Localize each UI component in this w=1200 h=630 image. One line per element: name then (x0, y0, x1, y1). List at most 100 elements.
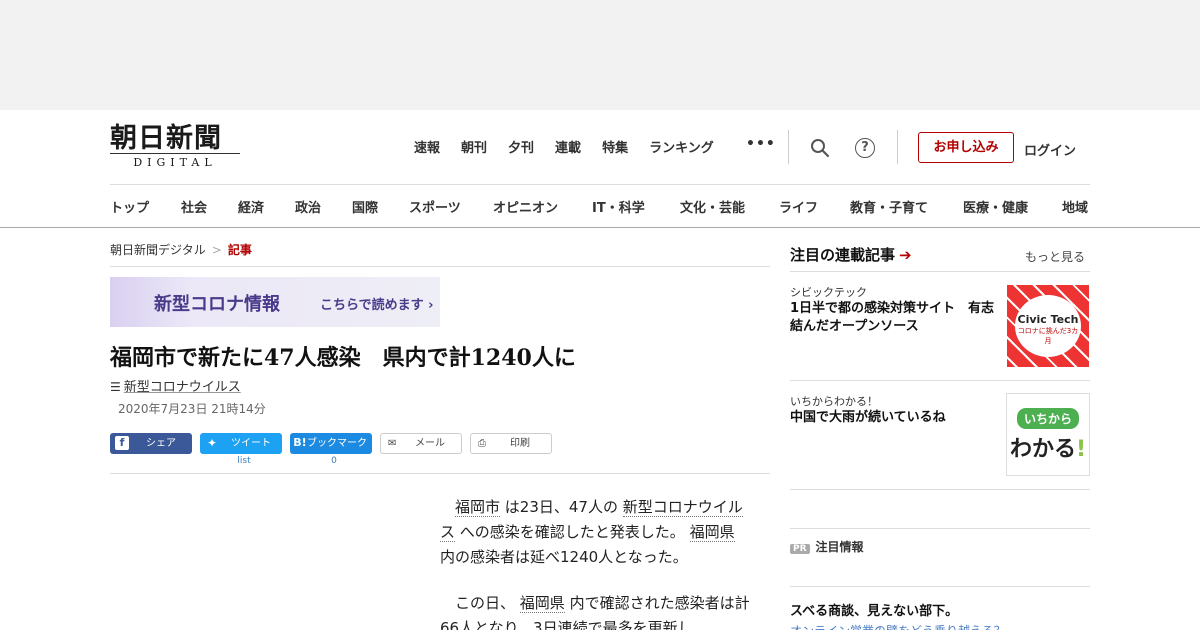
catnav-item-society[interactable]: 社会 (181, 197, 207, 216)
breadcrumb-separator: > (211, 243, 222, 257)
thumbnail-pill: いちから (1016, 408, 1079, 429)
thumbnail-subtitle: コロナに挑んだ3カ月 (1017, 327, 1079, 345)
thumbnail-big-text: わかる! (1007, 431, 1089, 463)
sidebar-item-kicker: いちからわかる！ (790, 395, 878, 408)
facebook-icon: f (115, 436, 129, 450)
civic-tech-thumbnail[interactable]: Civic Tech コロナに挑んだ3カ月 (1007, 285, 1089, 367)
keyword-link[interactable]: 福岡県 (689, 523, 735, 542)
catnav-item-health[interactable]: 医療・健康 (963, 197, 1028, 216)
more-menu-icon[interactable]: ••• (746, 136, 776, 152)
ichikara-wakaru-thumbnail[interactable]: いちから わかる! (1006, 393, 1090, 476)
paragraph-text: への感染を確認したと発表した。 (455, 523, 690, 541)
breadcrumb-home[interactable]: 朝日新聞デジタル (110, 243, 206, 257)
article-paragraph: 福岡市 は23日、47人の 新型コロナウイルス への感染を確認したと発表した。 … (440, 495, 750, 570)
login-link[interactable]: ログイン (1024, 140, 1076, 159)
arrow-right-icon: ➔ (899, 246, 912, 264)
divider (790, 528, 1090, 529)
logo-main-text: 朝日新聞 (110, 123, 222, 154)
catnav-item-it-science[interactable]: IT・科学 (592, 197, 645, 216)
site-header: 朝日新聞 DIGITAL 速報 朝刊 夕刊 連載 特集 ランキング ••• ? … (0, 110, 1200, 185)
divider (790, 271, 1090, 272)
catnav-item-education[interactable]: 教育・子育て (850, 197, 928, 216)
search-icon[interactable] (810, 138, 830, 158)
divider (0, 227, 1200, 228)
topnav-item-series[interactable]: 連載 (555, 137, 581, 156)
catnav-item-international[interactable]: 国際 (352, 197, 378, 216)
breadcrumb: 朝日新聞デジタル > 記事 (110, 241, 252, 258)
thumbnail-badge: Civic Tech コロナに挑んだ3カ月 (1015, 295, 1081, 357)
twitter-share-count[interactable]: list (203, 456, 285, 466)
catnav-item-culture[interactable]: 文化・芸能 (680, 197, 745, 216)
thumbnail-exclamation: ! (1075, 437, 1087, 462)
list-icon: ☰ (110, 380, 121, 394)
twitter-share-button[interactable]: ✦ ツイート (200, 433, 282, 454)
print-label: 印刷 (510, 438, 530, 449)
topnav-item-breaking[interactable]: 速報 (414, 137, 440, 156)
logo-sub-text: DIGITAL (110, 153, 240, 169)
divider (110, 184, 1090, 185)
keyword-link[interactable]: 福岡県 (519, 594, 565, 613)
pr-item-title[interactable]: スベる商談、見えない部下。 (790, 600, 958, 619)
header-divider (788, 130, 789, 164)
pr-item-subtitle[interactable]: オンライン営業の壁をどう乗り越える？ (790, 622, 1006, 630)
covid-info-banner[interactable]: 新型コロナ情報 こちらで読めます › (110, 277, 440, 327)
breadcrumb-current: 記事 (227, 243, 252, 257)
divider (790, 380, 1090, 381)
topnav-item-morning[interactable]: 朝刊 (461, 137, 487, 156)
divider (110, 473, 770, 474)
help-icon[interactable]: ? (855, 138, 875, 158)
catnav-item-politics[interactable]: 政治 (295, 197, 321, 216)
catnav-item-life[interactable]: ライフ (779, 197, 818, 216)
divider (790, 586, 1090, 587)
sidebar-item-title[interactable]: 中国で大雨が続いているね (790, 409, 1000, 427)
twitter-share-label: ツイート (231, 438, 271, 449)
sidebar-more-link[interactable]: もっと見る (1025, 248, 1085, 265)
divider (790, 489, 1090, 490)
subscribe-button[interactable]: お申し込み (918, 132, 1014, 163)
thumbnail-title: Civic Tech (1017, 313, 1079, 326)
catnav-item-economy[interactable]: 経済 (238, 197, 264, 216)
hatena-bookmark-button[interactable]: B! ブックマーク (290, 433, 372, 454)
article-datetime: 2020年7月23日 21時14分 (118, 402, 266, 416)
banner-title: 新型コロナ情報 (154, 294, 280, 315)
sidebar-heading-text: 注目の連載記事 (790, 246, 896, 264)
sidebar-heading[interactable]: 注目の連載記事 ➔ (790, 244, 912, 265)
pr-badge: PR (790, 544, 810, 554)
article-headline: 福岡市で新たに47人感染 県内で計1240人に (110, 345, 576, 371)
banner-link: こちらで読めます › (320, 298, 434, 313)
printer-icon: ⎙ (478, 438, 486, 449)
topnav-item-evening[interactable]: 夕刊 (508, 137, 534, 156)
article-tag-row: ☰ 新型コロナウイルス (110, 376, 241, 395)
thumbnail-big-word: わかる (1009, 437, 1076, 462)
pr-heading: PR 注目情報 (790, 538, 864, 555)
top-nav: 速報 朝刊 夕刊 連載 特集 ランキング (414, 137, 735, 156)
catnav-item-region[interactable]: 地域 (1062, 197, 1088, 216)
hatena-bookmark-count[interactable]: 0 (293, 456, 375, 466)
header-divider (897, 130, 898, 164)
mail-icon: ✉ (388, 438, 397, 449)
twitter-bird-icon: ✦ (206, 436, 218, 450)
mail-share-label: メール (415, 438, 445, 449)
print-button[interactable]: ⎙ 印刷 (470, 433, 552, 454)
site-logo[interactable]: 朝日新聞 DIGITAL (110, 124, 242, 170)
catnav-item-top[interactable]: トップ (110, 197, 149, 216)
pr-heading-text: 注目情報 (815, 540, 864, 554)
facebook-share-label: シェア (146, 438, 176, 449)
paragraph-text: この日、 (455, 594, 520, 612)
top-ad-area (0, 0, 1200, 110)
paragraph-text: は23日、47人の (500, 498, 623, 516)
mail-share-button[interactable]: ✉ メール (380, 433, 462, 454)
divider (110, 266, 770, 267)
article-tag-link[interactable]: 新型コロナウイルス (124, 380, 241, 395)
topnav-item-ranking[interactable]: ランキング (649, 137, 714, 156)
topnav-item-features[interactable]: 特集 (602, 137, 628, 156)
sidebar-item-title[interactable]: 1日半で都の感染対策サイト 有志結んだオープンソース (790, 300, 1000, 336)
catnav-item-opinion[interactable]: オピニオン (493, 197, 558, 216)
paragraph-text: 内の感染者は延べ1240人となった。 (440, 548, 688, 566)
keyword-link[interactable]: 福岡市 (455, 498, 501, 517)
article-paragraph: この日、 福岡県 内で確認された感染者は計66人となり、3日連続で最多を更新し (440, 591, 750, 630)
catnav-item-sports[interactable]: スポーツ (409, 197, 461, 216)
facebook-share-button[interactable]: f シェア (110, 433, 192, 454)
sidebar-item-kicker: シビックテック (790, 286, 867, 299)
hatena-bookmark-label: ブックマーク (307, 438, 367, 449)
